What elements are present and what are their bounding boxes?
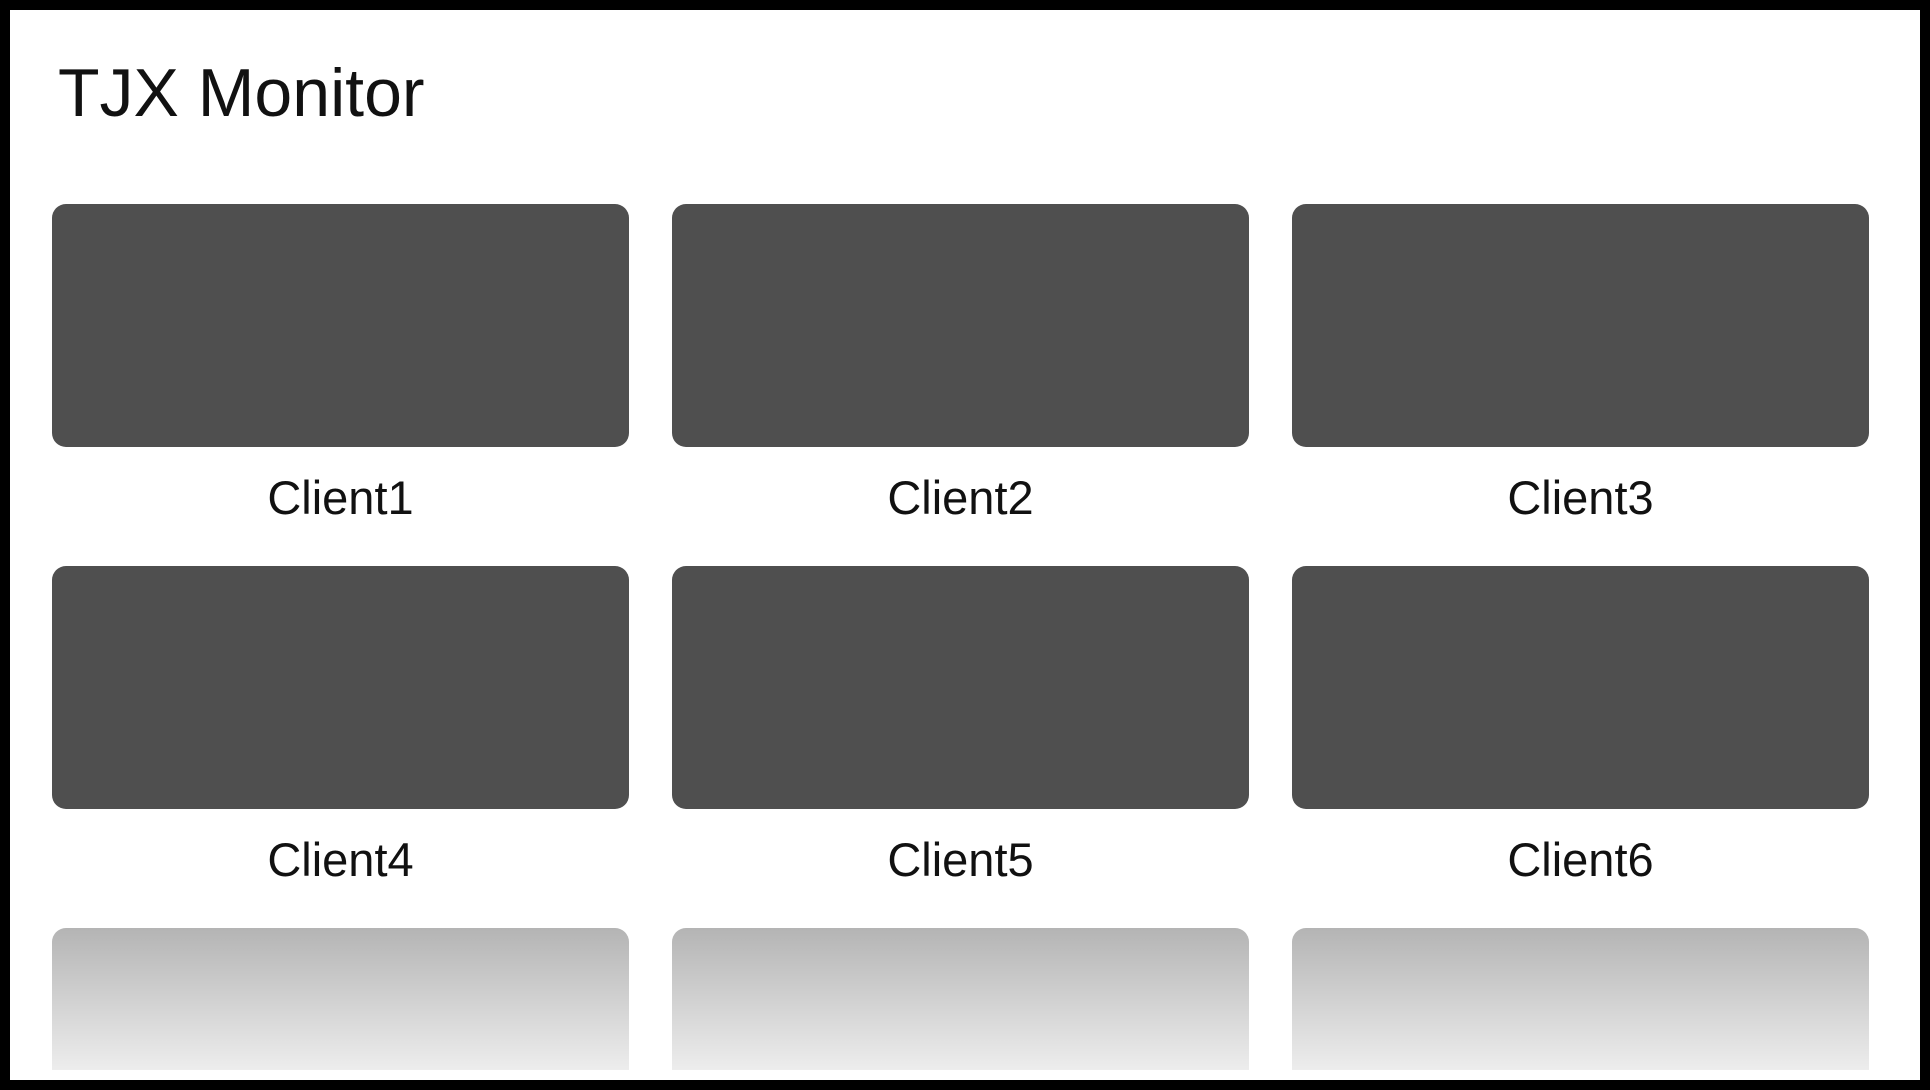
client-grid: Client1 Client2 Client3 Client4 Client5 Clien… <box>52 204 1869 1070</box>
client-tile[interactable]: Client2 <box>672 204 1249 566</box>
client-label: Client5 <box>887 833 1034 886</box>
client-tile[interactable]: Client3 <box>1292 204 1869 566</box>
client-screen-preview-faded[interactable] <box>52 928 629 1070</box>
client-screen-preview[interactable] <box>1292 204 1869 447</box>
client-screen-preview[interactable] <box>52 204 629 447</box>
client-screen-preview[interactable] <box>1292 566 1869 809</box>
client-screen-preview[interactable] <box>672 566 1249 809</box>
client-tile[interactable]: Client6 <box>1292 566 1869 928</box>
client-label: Client4 <box>267 833 414 886</box>
client-tile[interactable]: Client5 <box>672 566 1249 928</box>
client-tile[interactable]: Client4 <box>52 566 629 928</box>
client-screen-preview-faded[interactable] <box>1292 928 1869 1070</box>
client-label: Client1 <box>267 471 414 524</box>
client-tile-partial[interactable] <box>1292 928 1869 1070</box>
page-title: TJX Monitor <box>58 55 425 131</box>
client-tile-partial[interactable] <box>672 928 1249 1070</box>
client-label: Client3 <box>1507 471 1654 524</box>
client-label: Client2 <box>887 471 1034 524</box>
client-label: Client6 <box>1507 833 1654 886</box>
monitor-window: TJX Monitor Client1 Client2 Client3 Client4… <box>10 10 1920 1080</box>
client-screen-preview-faded[interactable] <box>672 928 1249 1070</box>
client-tile[interactable]: Client1 <box>52 204 629 566</box>
client-screen-preview[interactable] <box>52 566 629 809</box>
client-tile-partial[interactable] <box>52 928 629 1070</box>
client-screen-preview[interactable] <box>672 204 1249 447</box>
